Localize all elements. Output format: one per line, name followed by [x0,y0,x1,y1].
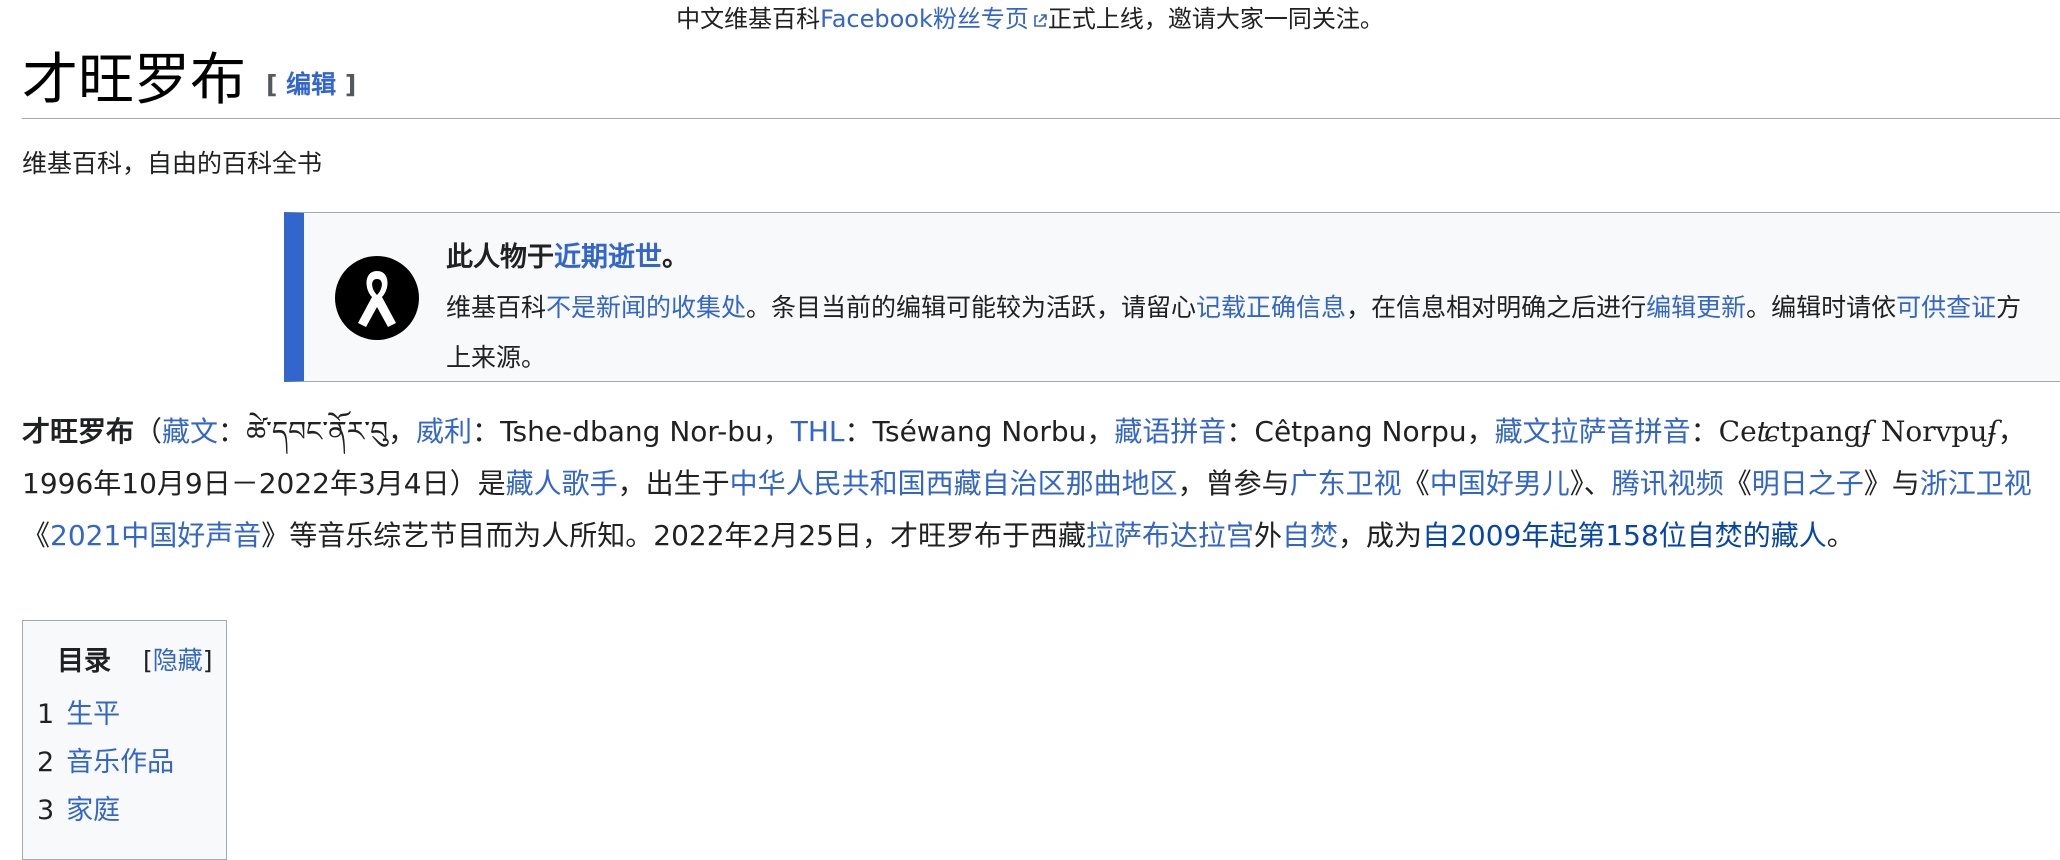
lead-text: ： [1690,415,1719,448]
recent-death-notice: 此人物于近期逝世。 维基百科不是新闻的收集处。条目当前的编辑可能较为活跃，请留心… [284,212,2060,382]
page-heading: 才旺罗布 [ 编辑 ] [22,44,2060,119]
toc-number: 3 [37,795,55,826]
lead-text: 《 [1401,467,1430,500]
tibetan-language-link[interactable]: 藏文 [162,415,218,448]
show-link[interactable]: 明日之子 [1752,467,1864,500]
lead-text: 。 [1826,519,1855,552]
nagqu-link[interactable]: 中华人民共和国西藏自治区那曲地区 [730,467,1178,500]
lead-text: 》与 [1863,467,1920,500]
lead-text: （ [134,415,163,448]
lhasa-pinyin-link[interactable]: 藏文拉萨音拼音 [1495,415,1691,448]
lead-paragraph: 才旺罗布（藏文：ཚེ་དབང་ནོར་བུ，威利：Tshe-dbang Nor-… [22,406,2052,562]
edit-update-link[interactable]: 编辑更新 [1646,293,1746,322]
toc-bracket-close: ] [202,646,213,675]
lead-text: ：Tséwang Norbu， [844,415,1115,448]
lead-text: ʄ [1987,415,1998,448]
external-link-icon [1032,8,1048,34]
lead-text: tpang [1779,415,1862,448]
not-news-link[interactable]: 不是新闻的收集处 [546,293,746,322]
lead-text: 《 [22,519,51,552]
notice-title: 此人物于近期逝世。 [446,235,689,274]
guangdong-tv-link[interactable]: 广东卫视 [1290,467,1402,500]
recent-death-link[interactable]: 近期逝世 [554,242,662,273]
toc-number: 1 [37,699,55,730]
toc-item[interactable]: 2 音乐作品 [37,739,174,787]
lead-text: Norvpu [1871,415,1988,448]
tibetan-pinyin-link[interactable]: 藏语拼音 [1114,415,1226,448]
edit-section: [ 编辑 ] [266,70,356,99]
page-title: 才旺罗布 [22,48,246,113]
site-notice-prefix: 中文维基百科 [676,5,821,33]
site-notice-suffix: 正式上线，邀请大家一同关注。 [1047,5,1384,33]
lead-text: 外 [1254,519,1283,552]
toc-link[interactable]: 生平 [66,699,120,730]
lead-text: ： [218,415,247,448]
show-link[interactable]: 2021中国好声音 [50,519,261,552]
lead-text: 》等音乐综艺节目而为人所知。2022年2月25日，才旺罗布于西藏 [261,519,1086,552]
table-of-contents: 目录 [隐藏] 1 生平 2 音乐作品 3 家庭 [22,620,227,860]
notice-title-suffix: 。 [662,242,689,273]
tibetan-singer-link[interactable]: 藏人歌手 [506,467,618,500]
edit-link[interactable]: 编辑 [286,70,336,99]
notice-text: 维基百科 [446,293,547,322]
potala-palace-link[interactable]: 拉萨布达拉宫 [1086,519,1254,552]
lead-text: ：Tshe-dbang Nor-bu， [472,415,791,448]
toc-list: 1 生平 2 音乐作品 3 家庭 [37,691,174,835]
record-correct-info-link[interactable]: 记载正确信息 [1196,293,1346,322]
thl-link[interactable]: THL [791,415,845,448]
self-immolation-link[interactable]: 自焚 [1282,519,1338,552]
site-notice: 中文维基百科Facebook粉丝专页 正式上线，邀请大家一同关注。 [0,6,2060,34]
lead-text: ，成为 [1338,519,1423,552]
lead-text: ʨ [1756,415,1780,448]
black-ribbon-icon [334,255,420,341]
lead-text: Ce [1718,415,1757,448]
notice-text: 上来源。 [446,343,547,372]
toc-item[interactable]: 3 家庭 [37,787,174,835]
wylie-link[interactable]: 威利 [416,415,472,448]
self-immolation-list-link[interactable]: 自2009年起第158位自焚的藏人 [1422,519,1827,552]
toc-bracket-open: [ [143,646,153,675]
lead-text: 》、 [1569,467,1612,500]
lead-text: ：Cêtpang Norpu， [1226,415,1495,448]
show-link[interactable]: 中国好男儿 [1430,467,1570,500]
lhasa-romanization: Ceʨtpangʄ Norvpuʄ [1719,415,1998,448]
edit-bracket-close: ] [344,70,357,99]
verifiable-link[interactable]: 可供查证 [1896,293,1996,322]
toc-hide-link[interactable]: 隐藏 [153,646,203,675]
toc-item[interactable]: 1 生平 [37,691,174,739]
notice-text: 方 [1996,293,2022,322]
lead-text: 《 [1723,467,1752,500]
notice-body: 维基百科不是新闻的收集处。条目当前的编辑可能较为活跃，请留心记载正确信息，在信息… [446,283,2060,383]
toc-link[interactable]: 音乐作品 [66,747,174,778]
lead-text: ， [388,415,417,448]
facebook-page-link[interactable]: Facebook粉丝专页 [820,5,1029,33]
tibetan-script-name: ཚེ་དབང་ནོར་བུ [246,415,389,448]
notice-text: 。编辑时请依 [1746,293,1897,322]
toc-number: 2 [37,747,55,778]
subject-name: 才旺罗布 [22,415,135,448]
toc-title: 目录 [57,646,111,677]
tencent-video-link[interactable]: 腾讯视频 [1612,467,1724,500]
toc-toggle: [隐藏] [143,641,213,677]
lead-text: ，曾参与 [1177,467,1290,500]
notice-text: 。条目当前的编辑可能较为活跃，请留心 [746,293,1197,322]
edit-bracket-open: [ [266,70,278,99]
notice-text: ，在信息相对明确之后进行 [1346,293,1647,322]
toc-link[interactable]: 家庭 [66,795,120,826]
notice-title-prefix: 此人物于 [446,242,554,273]
lead-text: ʄ [1861,415,1872,448]
site-tagline: 维基百科，自由的百科全书 [22,149,323,178]
zhejiang-tv-link[interactable]: 浙江卫视 [1920,467,2032,500]
lead-text: ，出生于 [617,467,730,500]
